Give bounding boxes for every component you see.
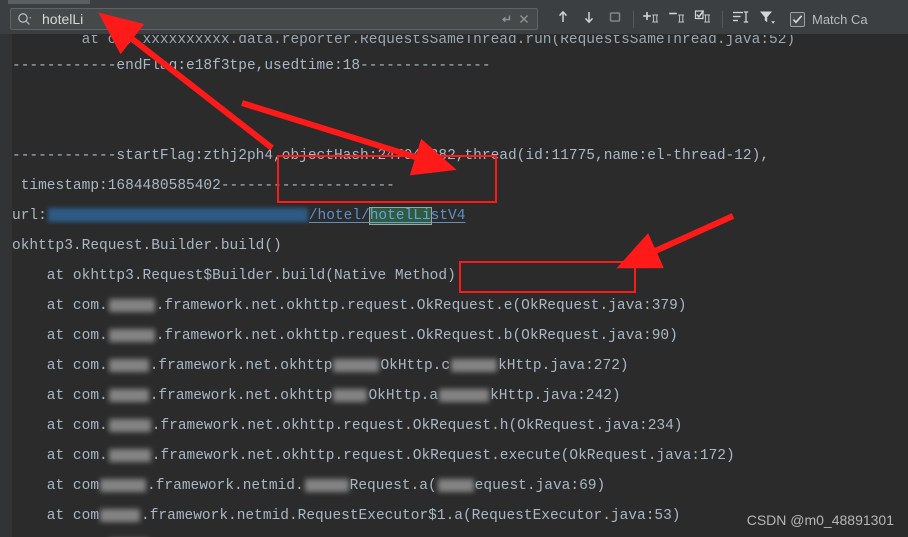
- redacted-block: [108, 358, 149, 372]
- log-viewer-window: Match Ca at com.xxxxxxxxxx.data.reporter…: [0, 0, 908, 537]
- log-text: OkHttp.c: [380, 358, 451, 374]
- log-line[interactable]: timestamp:1684480585402-----------------…: [12, 171, 908, 201]
- log-text: .framework.net.okhttp.request.OkRequest.…: [155, 298, 687, 314]
- log-text: at com.: [12, 418, 108, 434]
- search-icon[interactable]: [17, 12, 32, 27]
- sort-button[interactable]: [728, 6, 754, 32]
- log-text: kHttp.java:242): [490, 388, 621, 404]
- close-icon[interactable]: [515, 10, 533, 28]
- console-gutter: [0, 34, 12, 537]
- redacted-block: [304, 478, 349, 492]
- redacted-host: [47, 208, 308, 223]
- check-lines-icon: [694, 8, 714, 31]
- log-line[interactable]: at com. .framework.net.okhttp OkHttp.a kHtt…: [12, 381, 908, 411]
- log-text: .framework.net.okhttp.request.OkRequest.…: [155, 328, 678, 344]
- log-text: equest.java:69): [474, 478, 606, 494]
- log-line[interactable]: at com. .framework.net.okhttp OkHttp.c kHtt…: [12, 351, 908, 381]
- log-line[interactable]: at com..base.utils.async.Action.run(Acti…: [12, 531, 908, 537]
- log-line[interactable]: at com. .framework.net.okhttp.request.OkR…: [12, 411, 908, 441]
- return-arrow-icon[interactable]: [497, 10, 515, 28]
- log-text: .framework.net.okhttp: [149, 388, 333, 404]
- log-text: Request.a(: [349, 478, 437, 494]
- square-icon: [606, 8, 624, 31]
- log-text: at com: [12, 478, 100, 494]
- redacted-block: [439, 388, 490, 402]
- log-text: kHttp.java:272): [498, 358, 629, 374]
- match-case-checkbox[interactable]: [790, 11, 805, 27]
- log-line[interactable]: [12, 111, 908, 141]
- redacted-block: [108, 328, 155, 342]
- search-field[interactable]: [10, 8, 538, 30]
- log-text: .framework.net.okhttp.request.OkRequest.…: [151, 448, 735, 464]
- toolbar-separator-2: [722, 10, 723, 28]
- find-previous-button[interactable]: [550, 6, 576, 32]
- log-text: at com: [12, 508, 100, 524]
- redacted-block: [108, 388, 149, 402]
- url-link-tail[interactable]: stV4: [431, 208, 466, 224]
- log-text: at com.: [12, 448, 108, 464]
- redacted-block: [100, 478, 147, 492]
- find-toolbar: Match Ca: [0, 4, 908, 34]
- log-line[interactable]: ------------startFlag:zthj2ph4,objectHas…: [12, 141, 908, 171]
- log-text: .framework.netmid.: [147, 478, 304, 494]
- redacted-block: [108, 448, 151, 462]
- redacted-block: [437, 478, 474, 492]
- log-text: at com.: [12, 388, 108, 404]
- log-line[interactable]: okhttp3.Request.Builder.build(): [12, 231, 908, 261]
- toggle-lines-button[interactable]: [691, 6, 717, 32]
- remove-lines-button[interactable]: [665, 6, 691, 32]
- log-line[interactable]: at com. .framework.net.okhttp.request.OkR…: [12, 321, 908, 351]
- redacted-block: [333, 358, 380, 372]
- plus-lines-icon: [642, 8, 662, 31]
- log-line[interactable]: [12, 81, 908, 111]
- log-text: at com.: [12, 328, 108, 344]
- log-text: .framework.net.okhttp.request.OkRequest.…: [151, 418, 683, 434]
- log-line[interactable]: at com. .framework.net.okhttp.request.OkR…: [12, 441, 908, 471]
- log-text: at com.: [12, 358, 108, 374]
- filter-icon: [757, 8, 777, 31]
- url-link[interactable]: /hotel/: [309, 208, 370, 224]
- log-line[interactable]: at okhttp3.Request$Builder.build(Native …: [12, 261, 908, 291]
- log-line[interactable]: ------------endFlag:e18f3tpe,usedtime:18…: [12, 51, 908, 81]
- watermark: CSDN @m0_48891301: [746, 512, 894, 528]
- match-case-option[interactable]: Match Ca: [790, 11, 868, 27]
- log-text: .framework.net.okhttp: [149, 358, 333, 374]
- filter-button[interactable]: [754, 6, 780, 32]
- log-line[interactable]: url: /hotel/hotelListV4: [12, 201, 908, 231]
- log-line[interactable]: at com. .framework.net.okhttp.request.OkR…: [12, 291, 908, 321]
- redacted-block: [100, 508, 141, 522]
- minus-lines-icon: [668, 8, 688, 31]
- search-input[interactable]: [32, 10, 497, 28]
- log-text: OkHttp.a: [368, 388, 439, 404]
- select-all-button[interactable]: [602, 6, 628, 32]
- log-line[interactable]: at com .framework.netmid. Request.a( equest…: [12, 471, 908, 501]
- log-text: .framework.netmid.RequestExecutor$1.a(Re…: [141, 508, 681, 524]
- add-lines-button[interactable]: [639, 6, 665, 32]
- match-case-label: Match Ca: [812, 11, 868, 27]
- sort-lines-icon: [731, 8, 751, 31]
- log-line[interactable]: at com.xxxxxxxxxx.data.reporter.Requests…: [12, 35, 908, 51]
- log-line-list: at com.xxxxxxxxxx.data.reporter.Requests…: [12, 34, 908, 537]
- toolbar-separator: [633, 10, 634, 28]
- arrow-down-icon: [580, 8, 598, 31]
- url-label: url:: [12, 208, 47, 224]
- redacted-block: [333, 388, 368, 402]
- console-output[interactable]: at com.xxxxxxxxxx.data.reporter.Requests…: [0, 34, 908, 537]
- redacted-block: [108, 418, 151, 432]
- find-next-button[interactable]: [576, 6, 602, 32]
- search-match-highlight[interactable]: hotelLi: [368, 207, 432, 225]
- arrow-up-icon: [554, 8, 572, 31]
- redacted-block: [451, 358, 498, 372]
- redacted-block: [108, 298, 155, 312]
- log-text: at com.: [12, 298, 108, 314]
